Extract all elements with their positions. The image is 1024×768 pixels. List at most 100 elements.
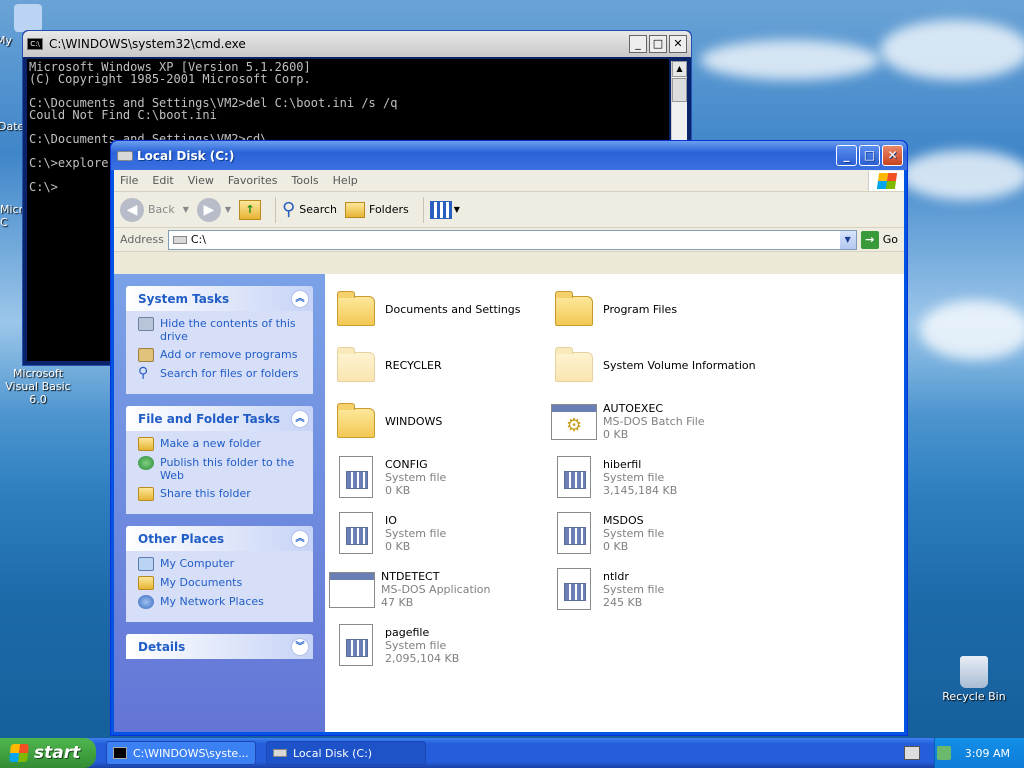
- folders-button[interactable]: Folders: [345, 201, 409, 218]
- maximize-button[interactable]: □: [649, 35, 667, 53]
- task-search-files[interactable]: ⚲ Search for files or folders: [138, 365, 305, 381]
- file-item[interactable]: Documents and Settings: [333, 286, 551, 332]
- file-item[interactable]: hiberfil System file 3,145,184 KB: [551, 454, 769, 500]
- file-item[interactable]: IO System file 0 KB: [333, 510, 551, 556]
- place-my-documents[interactable]: My Documents: [138, 576, 305, 590]
- panel-file-folder-tasks: File and Folder Tasks ︽ Make a new folder…: [126, 406, 313, 514]
- task-add-remove-programs[interactable]: Add or remove programs: [138, 348, 305, 362]
- back-button[interactable]: ◀ Back ▼: [120, 197, 189, 222]
- explorer-window[interactable]: Local Disk (C:) _ □ ✕ File Edit View Fav…: [110, 140, 908, 736]
- views-button[interactable]: ▼: [429, 200, 460, 219]
- system-file-icon: [333, 622, 379, 668]
- minimize-button[interactable]: _: [629, 35, 647, 53]
- recycle-bin-icon: [960, 656, 988, 688]
- windows-logo-icon: [9, 744, 29, 762]
- file-item[interactable]: WINDOWS: [333, 398, 551, 444]
- menu-tools[interactable]: Tools: [292, 174, 319, 187]
- toolbar-separator: [422, 196, 424, 223]
- cmd-icon: C:\: [27, 38, 43, 50]
- network-icon: [138, 595, 154, 609]
- search-button[interactable]: ⚲ Search: [282, 199, 337, 220]
- system-file-icon: [551, 510, 597, 556]
- task-pane: System Tasks ︽ Hide the contents of this …: [114, 274, 325, 732]
- cmd-icon: [113, 747, 127, 759]
- file-item[interactable]: ntldr System file 245 KB: [551, 566, 769, 612]
- hidden-folder-icon: [333, 342, 379, 388]
- go-button[interactable]: → Go: [860, 230, 898, 249]
- back-arrow-icon: ◀: [120, 197, 144, 222]
- scroll-thumb[interactable]: [672, 78, 687, 102]
- scroll-up-arrow-icon[interactable]: ▲: [672, 61, 687, 77]
- panel-header[interactable]: Other Places ︽: [126, 526, 313, 551]
- search-icon: ⚲: [138, 365, 149, 381]
- expand-icon[interactable]: ︾: [291, 637, 309, 656]
- hidden-folder-icon: [551, 342, 597, 388]
- chevron-down-icon: ▼: [224, 205, 232, 214]
- panel-header[interactable]: Details ︾: [126, 634, 313, 659]
- taskbar-button-cmd[interactable]: C:\WINDOWS\syste...: [106, 741, 256, 765]
- file-item[interactable]: CONFIG System file 0 KB: [333, 454, 551, 500]
- address-input[interactable]: C:\ ▼: [167, 229, 857, 250]
- menu-edit[interactable]: Edit: [152, 174, 173, 187]
- file-item[interactable]: pagefile System file 2,095,104 KB: [333, 622, 551, 668]
- up-button[interactable]: ↑: [239, 199, 262, 220]
- console-line: Could Not Find C:\boot.ini: [29, 108, 217, 122]
- task-publish-web[interactable]: Publish this folder to the Web: [138, 456, 305, 482]
- collapse-icon[interactable]: ︽: [291, 409, 309, 428]
- explorer-titlebar[interactable]: Local Disk (C:) _ □ ✕: [111, 141, 907, 170]
- keyboard-icon[interactable]: [904, 746, 920, 760]
- drive-icon: [117, 150, 133, 161]
- menu-favorites[interactable]: Favorites: [228, 174, 278, 187]
- file-item[interactable]: Program Files: [551, 286, 769, 332]
- network-tray-icon[interactable]: [936, 746, 951, 760]
- file-item[interactable]: AUTOEXECMS-DOS Batch File0 KB: [551, 398, 769, 444]
- panel-header[interactable]: System Tasks ︽: [126, 286, 313, 311]
- toolbar-separator: [275, 196, 277, 223]
- start-button[interactable]: start: [0, 738, 96, 768]
- new-folder-icon: [138, 437, 154, 451]
- address-dropdown-icon[interactable]: ▼: [839, 230, 856, 249]
- place-my-computer[interactable]: My Computer: [138, 557, 305, 571]
- folder-icon: [333, 286, 379, 332]
- task-share-folder[interactable]: Share this folder: [138, 487, 305, 501]
- file-item[interactable]: System Volume Information: [551, 342, 769, 388]
- cmd-titlebar[interactable]: C:\ C:\WINDOWS\system32\cmd.exe _ □ ✕: [23, 31, 691, 57]
- file-item[interactable]: RECYCLER: [333, 342, 551, 388]
- file-item[interactable]: NTDETECT MS-DOS Application 47 KB: [329, 566, 547, 612]
- clock[interactable]: 3:09 AM: [965, 747, 1010, 760]
- panel-header[interactable]: File and Folder Tasks ︽: [126, 406, 313, 431]
- drive-icon: [172, 235, 187, 244]
- search-icon: ⚲: [282, 199, 296, 220]
- task-new-folder[interactable]: Make a new folder: [138, 437, 305, 451]
- close-button[interactable]: ✕: [669, 35, 687, 53]
- collapse-icon[interactable]: ︽: [291, 529, 309, 548]
- forward-arrow-icon: ▶: [196, 197, 221, 222]
- chevron-down-icon: ▼: [182, 205, 189, 214]
- system-file-icon: [551, 454, 597, 500]
- maximize-button[interactable]: □: [859, 145, 880, 166]
- batch-file-icon: [551, 398, 597, 444]
- forward-button[interactable]: ▶ ▼: [196, 197, 232, 222]
- address-value: C:\: [190, 233, 206, 246]
- collapse-icon[interactable]: ︽: [291, 289, 309, 308]
- chevron-down-icon: ▼: [453, 205, 460, 214]
- system-tray: 3:09 AM: [934, 738, 1024, 768]
- menu-help[interactable]: Help: [333, 174, 358, 187]
- desktop-icon-visual-basic[interactable]: Microsoft Visual Basic 6.0: [0, 367, 78, 406]
- close-button[interactable]: ✕: [882, 145, 903, 166]
- menu-file[interactable]: File: [120, 174, 138, 187]
- desktop-icon-recycle-bin[interactable]: Recycle Bin: [934, 656, 1014, 703]
- place-my-network[interactable]: My Network Places: [138, 595, 305, 609]
- taskbar-button-explorer[interactable]: Local Disk (C:): [266, 741, 426, 765]
- desktop-icon-micro[interactable]: Micro C: [0, 203, 30, 229]
- file-item[interactable]: MSDOS System file 0 KB: [551, 510, 769, 556]
- task-hide-contents[interactable]: Hide the contents of this drive: [138, 317, 305, 343]
- panel-other-places: Other Places ︽ My Computer My Documents M…: [126, 526, 313, 622]
- address-label: Address: [120, 233, 164, 246]
- application-icon: [329, 566, 375, 612]
- computer-icon: [138, 557, 154, 571]
- minimize-button[interactable]: _: [836, 145, 857, 166]
- go-arrow-icon: →: [860, 230, 879, 249]
- menu-view[interactable]: View: [188, 174, 214, 187]
- address-bar: Address C:\ ▼ → Go: [114, 228, 904, 252]
